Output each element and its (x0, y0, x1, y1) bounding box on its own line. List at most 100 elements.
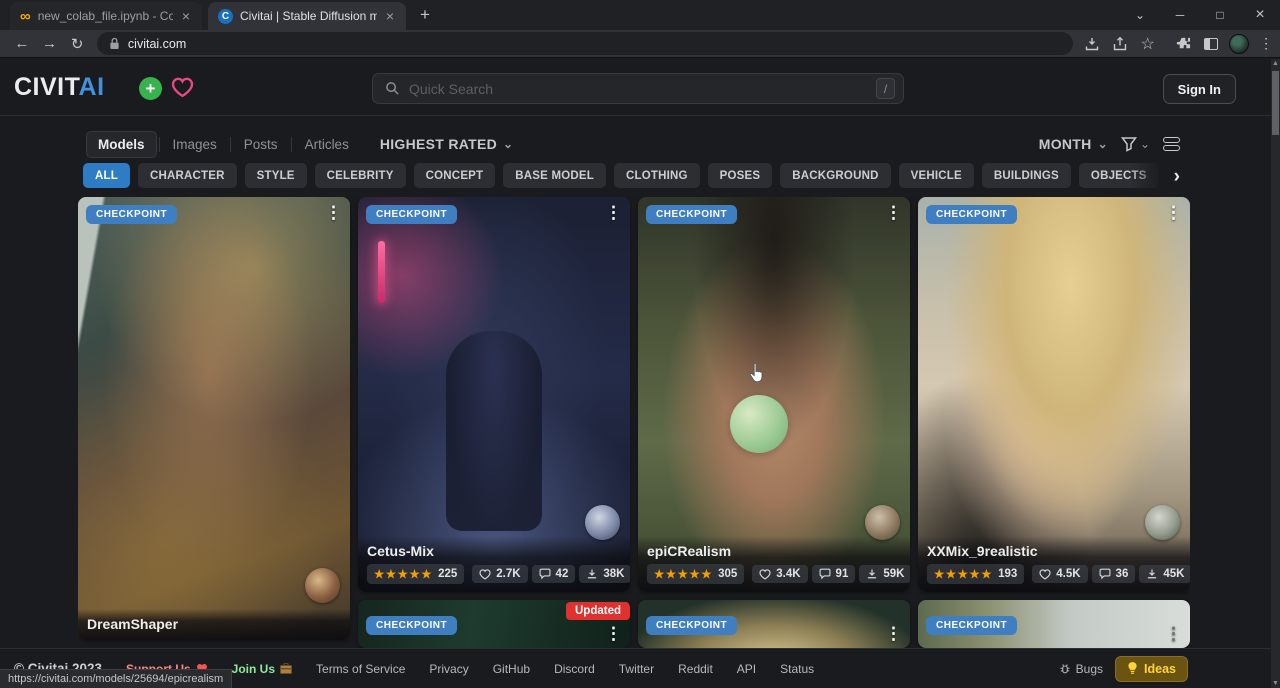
star-rating-icons: ★★★★★ (934, 567, 993, 581)
favorites-heart-icon[interactable] (171, 77, 194, 103)
sign-in-button[interactable]: Sign In (1163, 74, 1236, 104)
scrollbar-thumb[interactable] (1272, 71, 1279, 135)
extensions-icon[interactable] (1169, 36, 1197, 51)
tab-posts[interactable]: Posts (233, 132, 289, 157)
category-chip-base-model[interactable]: BASE MODEL (503, 163, 606, 188)
browser-menu-icon[interactable]: ⋮ (1252, 35, 1280, 52)
logo-text-ai: AI (79, 73, 105, 101)
side-panel-icon[interactable] (1197, 38, 1225, 50)
category-chip-poses[interactable]: POSES (708, 163, 773, 188)
create-button[interactable]: + (139, 77, 162, 100)
category-chip-celebrity[interactable]: CELEBRITY (315, 163, 406, 188)
bookmark-star-icon[interactable]: ☆ (1134, 34, 1162, 54)
footer-link-join-us[interactable]: Join Us (232, 662, 292, 676)
model-card-partial[interactable]: CHECKPOINT ⋮ (638, 600, 910, 648)
scroll-down-arrow[interactable]: ▼ (1271, 680, 1280, 687)
card-menu-icon[interactable]: ⋮ (1165, 203, 1182, 223)
comments-count: 42 (556, 568, 569, 580)
tab-articles[interactable]: Articles (294, 132, 360, 157)
lock-icon (109, 37, 120, 50)
model-card-xxmix[interactable]: CHECKPOINT ⋮ XXMix_9realistic ★★★★★193 4… (918, 197, 1190, 592)
category-chip-style[interactable]: STYLE (245, 163, 307, 188)
civitai-logo[interactable]: CIVITAI (14, 73, 105, 102)
new-tab-button[interactable]: + (406, 5, 444, 25)
model-card-partial[interactable]: Updated CHECKPOINT ⋮ (358, 600, 630, 648)
window-maximize-button[interactable]: □ (1200, 0, 1240, 30)
card-menu-icon[interactable]: ⋮ (885, 203, 902, 223)
footer-link-github[interactable]: GitHub (493, 662, 530, 676)
comments-pill[interactable]: 42 (532, 565, 576, 583)
ideas-button[interactable]: Ideas (1115, 656, 1188, 682)
footer-link-discord[interactable]: Discord (554, 662, 595, 676)
creator-avatar[interactable] (585, 505, 620, 540)
model-card-cetus-mix[interactable]: CHECKPOINT ⋮ Cetus-Mix ★★★★★225 2.7K 42 … (358, 197, 630, 592)
downloads-pill[interactable]: 45K (1139, 565, 1190, 583)
footer-link-api[interactable]: API (737, 662, 756, 676)
creator-avatar[interactable] (865, 505, 900, 540)
reload-button[interactable]: ↻ (63, 35, 91, 53)
likes-pill[interactable]: 3.4K (752, 565, 807, 583)
category-chip-character[interactable]: CHARACTER (138, 163, 237, 188)
card-menu-icon[interactable]: ⋮ (605, 203, 622, 223)
category-chip-background[interactable]: BACKGROUND (780, 163, 890, 188)
tab-close-icon[interactable]: × (180, 9, 192, 23)
footer-link-terms[interactable]: Terms of Service (316, 662, 405, 676)
model-card-dreamshaper[interactable]: CHECKPOINT ⋮ DreamShaper (78, 197, 350, 640)
model-type-badge: CHECKPOINT (646, 205, 737, 224)
card-stats: ★★★★★305 3.4K 91 59K (647, 564, 901, 584)
filter-dropdown[interactable]: ⌄ (1121, 136, 1150, 152)
period-label: MONTH (1039, 136, 1092, 152)
quick-search-box[interactable]: / (372, 73, 904, 104)
likes-pill[interactable]: 2.7K (472, 565, 527, 583)
window-close-button[interactable]: × (1240, 0, 1280, 30)
likes-pill[interactable]: 4.5K (1032, 565, 1087, 583)
tab-images[interactable]: Images (162, 132, 228, 157)
window-minimize-button[interactable]: ─ (1160, 0, 1200, 30)
page-scrollbar[interactable]: ▲ ▼ (1271, 59, 1280, 688)
downloads-pill[interactable]: 38K (579, 565, 630, 583)
share-icon[interactable] (1106, 36, 1134, 52)
likes-count: 2.7K (496, 568, 520, 580)
period-dropdown[interactable]: MONTH ⌄ (1039, 136, 1108, 152)
card-footer: DreamShaper (78, 609, 350, 640)
chip-scroll-right[interactable]: › (1130, 163, 1182, 189)
back-button[interactable]: ← (8, 35, 36, 52)
category-chip-concept[interactable]: CONCEPT (414, 163, 496, 188)
footer-link-twitter[interactable]: Twitter (619, 662, 654, 676)
sort-dropdown[interactable]: HIGHEST RATED ⌄ (380, 136, 514, 152)
creator-avatar[interactable] (1145, 505, 1180, 540)
model-card-partial[interactable]: CHECKPOINT ⋮ (918, 600, 1190, 648)
search-input[interactable] (409, 81, 867, 97)
bugs-button[interactable]: Bugs (1059, 662, 1103, 676)
downloads-pill[interactable]: 59K (859, 565, 910, 583)
category-chip-buildings[interactable]: BUILDINGS (982, 163, 1071, 188)
card-menu-icon[interactable]: ⋮ (1165, 624, 1182, 644)
creator-avatar[interactable] (305, 568, 340, 603)
card-menu-icon[interactable]: ⋮ (605, 624, 622, 644)
tab-search-icon[interactable]: ⌄ (1120, 0, 1160, 30)
forward-button[interactable]: → (36, 35, 64, 52)
browser-tab-colab[interactable]: ∞ new_colab_file.ipynb - Colaborat × (10, 2, 202, 30)
footer-link-privacy[interactable]: Privacy (429, 662, 468, 676)
comments-pill[interactable]: 91 (812, 565, 856, 583)
footer-link-reddit[interactable]: Reddit (678, 662, 713, 676)
model-card-epicrealism[interactable]: CHECKPOINT ⋮ epiCRealism ★★★★★305 3.4K 9… (638, 197, 910, 592)
profile-avatar[interactable] (1225, 34, 1253, 54)
tab-close-icon[interactable]: × (384, 9, 396, 23)
scroll-up-arrow[interactable]: ▲ (1271, 60, 1280, 67)
footer-link-status[interactable]: Status (780, 662, 814, 676)
browser-tab-civitai[interactable]: C Civitai | Stable Diffusion models, × (208, 2, 406, 30)
comments-pill[interactable]: 36 (1092, 565, 1136, 583)
layout-toggle-icon[interactable] (1163, 137, 1180, 151)
category-chip-vehicle[interactable]: VEHICLE (899, 163, 974, 188)
comment-icon (819, 568, 831, 580)
model-type-badge: CHECKPOINT (366, 205, 457, 224)
tab-models[interactable]: Models (86, 131, 157, 158)
category-chip-clothing[interactable]: CLOTHING (614, 163, 700, 188)
card-menu-icon[interactable]: ⋮ (325, 203, 342, 223)
address-bar[interactable]: civitai.com (97, 32, 1073, 55)
card-menu-icon[interactable]: ⋮ (885, 624, 902, 644)
downloads-icon[interactable] (1079, 36, 1107, 52)
category-chip-all[interactable]: ALL (83, 163, 130, 188)
rating-count: 193 (998, 568, 1017, 580)
